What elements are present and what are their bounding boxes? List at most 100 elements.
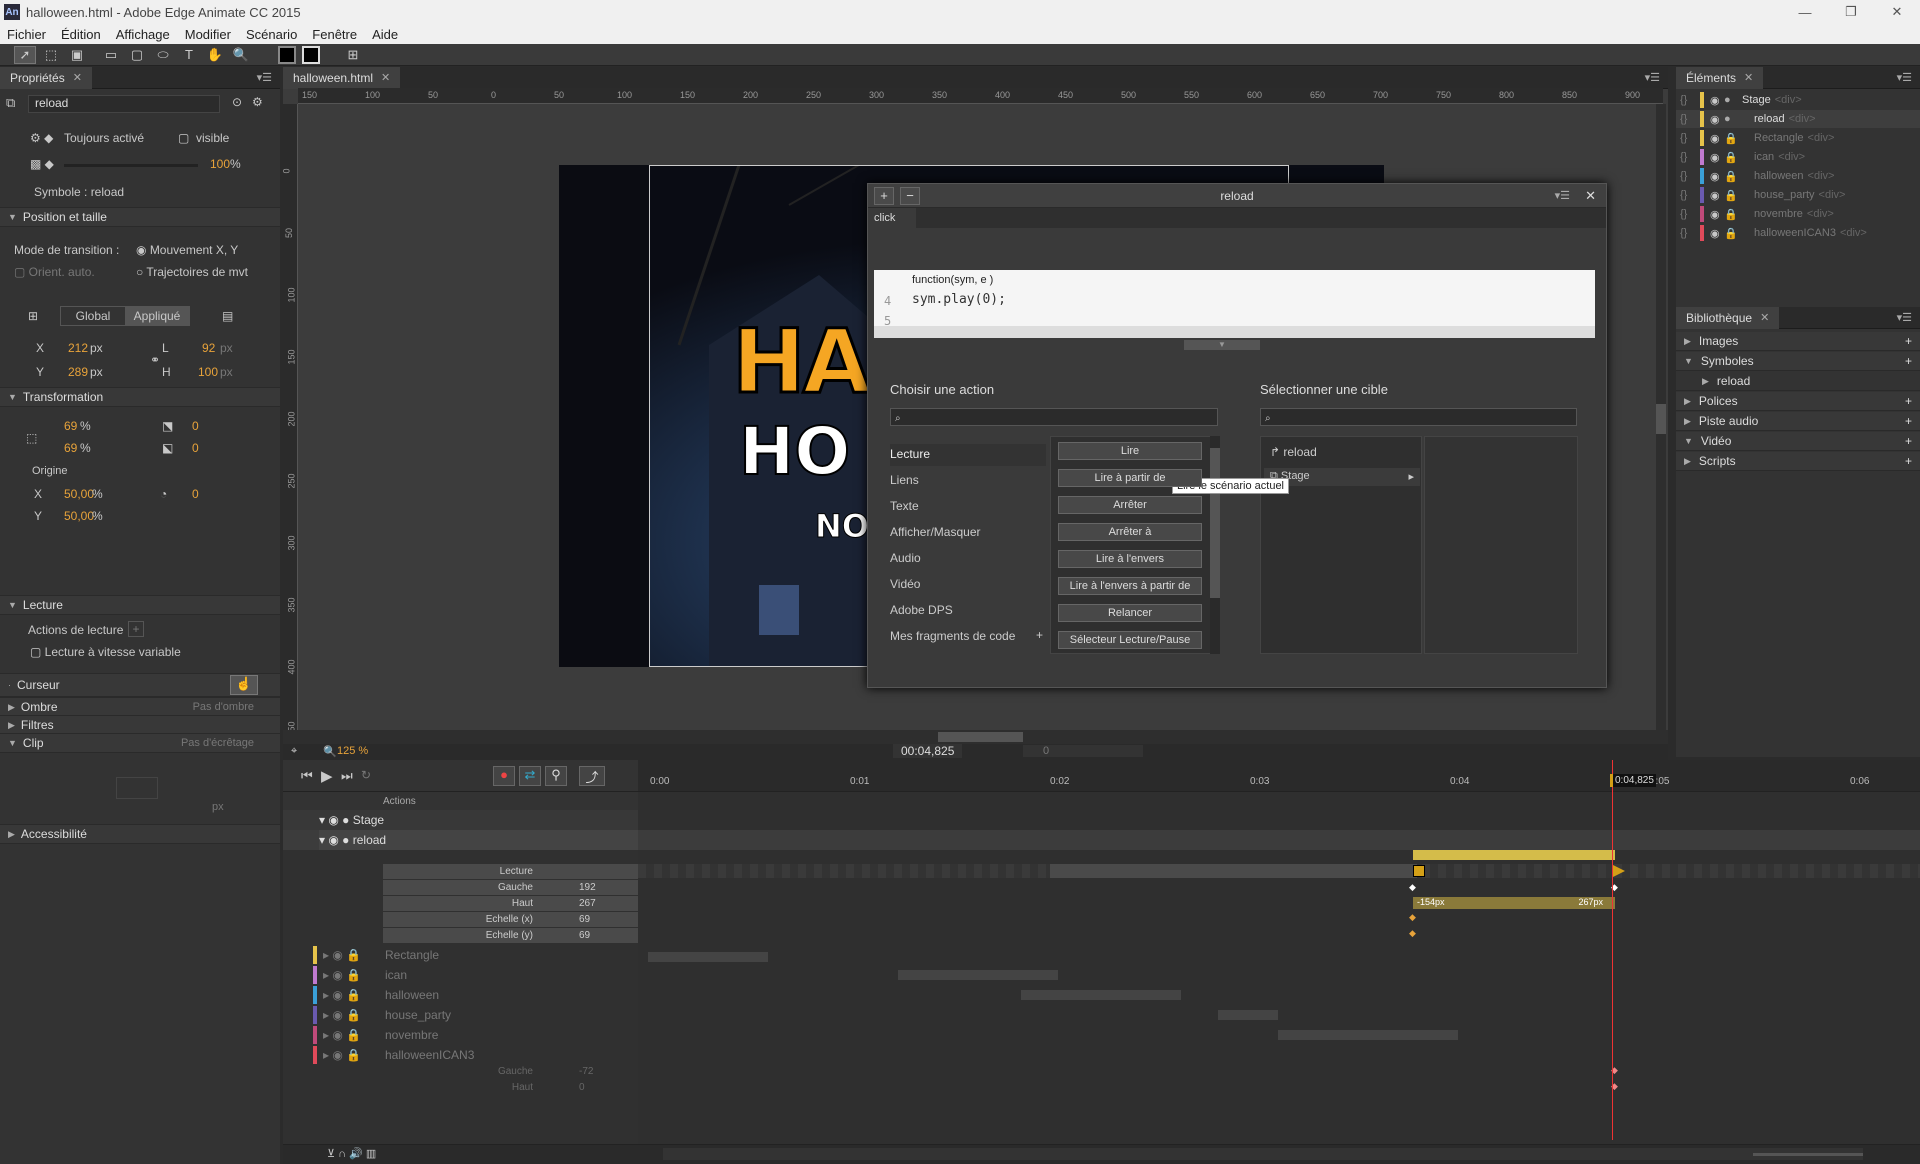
haut-transition-bar[interactable]: -154px 267px [1413,897,1615,909]
lock-icon[interactable]: 🔒 [1724,132,1738,145]
element-row-halloween[interactable]: {} ◉ 🔒 halloween <div> [1676,167,1920,185]
skew-x-value[interactable]: 0 [192,419,199,433]
restore-icon[interactable]: ❐ [1828,0,1874,24]
expand-arrow-icon[interactable]: ▶ [1684,416,1691,427]
code-braces-icon[interactable]: {} [1680,208,1694,220]
radio-move-xy[interactable]: ◉ Mouvement X, Y [136,243,238,257]
action-category-7[interactable]: Mes fragments de code + [890,626,1046,648]
background-color-swatch[interactable] [278,45,296,64]
opacity-value[interactable]: 100 [210,157,230,171]
auto-transition-icon[interactable]: ⇄ [519,766,541,786]
action-category-4[interactable]: Audio [890,548,1046,570]
action-button-1[interactable]: Lire à partir de [1058,469,1202,487]
dot-icon[interactable]: ● [1724,113,1738,125]
play-icon[interactable]: ▶ [321,767,333,785]
add-event-button[interactable]: + [874,186,894,205]
section-playback[interactable]: ▼ Lecture [0,595,280,615]
library-section-3[interactable]: ▶ Polices + [1676,392,1920,411]
tab-properties[interactable]: Propriétés ✕ [0,66,92,89]
units-icon[interactable]: ▤ [222,309,233,323]
applied-button[interactable]: Appliqué [125,307,189,325]
element-row-reload[interactable]: {} ◉ ● reload <div> [1676,110,1920,128]
easing-graph-icon[interactable]: ⤴ [579,766,605,786]
action-category-6[interactable]: Adobe DPS [890,600,1046,622]
add-icon[interactable]: + [1905,354,1912,368]
target-search-input[interactable]: ⌕ [1260,408,1577,426]
visible-checkbox[interactable]: ▢ [178,131,189,145]
time-ruler[interactable]: 0:00 0:01 0:02 0:03 0:04 0:05 0:06 [638,760,1920,792]
stage-time-secondary[interactable]: 0 [1023,745,1143,757]
minimize-icon[interactable]: — [1782,0,1828,24]
menu-1[interactable]: Édition [54,27,109,42]
stage-vertical-scrollbar[interactable] [1656,104,1666,730]
crosshair-icon[interactable]: ⌖ [291,745,297,758]
settings-icon[interactable]: ⚙ [252,95,263,109]
playhead-line[interactable] [1612,760,1613,1140]
stage-menu-icon[interactable]: ▾☰ [1645,71,1660,84]
tab-library[interactable]: Bibliothèque ✕ [1676,306,1780,329]
zoom-tool-icon[interactable]: 🔍 [230,46,252,64]
playback-marker-start[interactable] [1413,865,1425,877]
dialog-menu-icon[interactable]: ▾☰ [1555,189,1570,202]
stage-time-display[interactable]: 00:04,825 [893,744,963,758]
menu-4[interactable]: Scénario [239,27,305,42]
tab-click-event[interactable]: click [868,208,916,230]
action-category-0[interactable]: Lecture [890,444,1046,466]
clipping-tool-icon[interactable]: ▣ [66,46,88,64]
add-icon[interactable]: + [1905,394,1912,408]
dialog-close-icon[interactable]: ✕ [1585,188,1596,204]
expand-arrow-icon[interactable]: ▼ [1684,436,1693,446]
cursor-picker-button[interactable]: ☝ [230,675,258,695]
reload-animation-bar[interactable] [1413,850,1615,860]
cursor-icon[interactable]: ⊙ [232,95,242,109]
code-braces-icon[interactable]: {} [1680,189,1694,201]
filter-icon[interactable]: ⊻ ∩ 🔊 ▥ [327,1147,376,1160]
section-clip[interactable]: ▼ Clip Pas d'écrêtage [0,733,280,753]
rounded-rect-tool-icon[interactable]: ▢ [126,46,148,64]
stage-horizontal-scrollbar[interactable] [283,730,1668,744]
elements-menu-icon[interactable]: ▾☰ [1897,71,1912,84]
layer-track-novembre[interactable]: ▸ ◉ 🔒 [323,1028,361,1042]
auto-keyframe-icon[interactable]: ● [493,766,515,786]
eye-icon[interactable]: ◉ [1710,94,1724,107]
eye-icon[interactable]: ◉ [1710,151,1724,164]
add-playback-action-button[interactable]: + [128,621,144,637]
layer-bar-novembre[interactable] [1278,1030,1458,1040]
library-section-1[interactable]: ▼ Symboles + [1676,352,1920,371]
layer-track-halloween[interactable]: ▸ ◉ 🔒 [323,988,361,1002]
eye-icon[interactable]: ◉ [1710,132,1724,145]
close-icon[interactable]: ✕ [1874,0,1920,24]
code-braces-icon[interactable]: {} [1680,94,1694,106]
lock-icon[interactable]: 🔒 [1724,151,1738,164]
tab-elements[interactable]: Éléments ✕ [1676,66,1764,89]
radio-motion-paths[interactable]: ○ Trajectoires de mvt [136,265,248,279]
y-value[interactable]: 289 [68,365,88,379]
eye-icon[interactable]: ◉ [1710,113,1724,126]
opacity-slider[interactable] [64,164,198,167]
library-section-0[interactable]: ▶ Images + [1676,332,1920,351]
h-value[interactable]: 100 [198,365,218,379]
action-list-scrollbar[interactable] [1210,436,1220,654]
element-row-novembre[interactable]: {} ◉ 🔒 novembre <div> [1676,205,1920,223]
ellipse-tool-icon[interactable]: ⬭ [152,46,174,64]
section-shadow[interactable]: ▶ Ombre Pas d'ombre [0,697,280,717]
panel-menu-icon[interactable]: ▾☰ [257,71,272,84]
target-reload[interactable]: ↱ reload [1270,445,1317,459]
layer-track-house_party[interactable]: ▸ ◉ 🔒 [323,1008,361,1022]
eye-icon[interactable]: ◉ [1710,170,1724,183]
menu-2[interactable]: Affichage [109,27,178,42]
code-braces-icon[interactable]: {} [1680,227,1694,239]
checkbox-orient[interactable]: ▢ Orient. auto. [14,265,95,279]
playhead-time[interactable]: 0:04,825 [1610,774,1656,787]
scale-x-value[interactable]: 69 [64,419,77,433]
timeline-zoom-slider[interactable] [1753,1153,1863,1156]
go-end-icon[interactable]: ⏭ [341,768,353,784]
layer-bar-halloween[interactable] [1021,990,1181,1000]
action-button-5[interactable]: Lire à l'envers à partir de [1058,577,1202,595]
origin-y-value[interactable]: 50,00 [64,509,94,523]
code-editor[interactable]: function(sym, e ) 4 sym.play(0); 5 [874,270,1595,338]
add-snippet-icon[interactable]: + [1036,628,1043,642]
layer-track-ican[interactable]: ▸ ◉ 🔒 [323,968,361,982]
expand-arrow-icon[interactable]: ▶ [1684,336,1691,347]
element-row-halloweenICAN3[interactable]: {} ◉ 🔒 halloweenICAN3 <div> [1676,224,1920,242]
